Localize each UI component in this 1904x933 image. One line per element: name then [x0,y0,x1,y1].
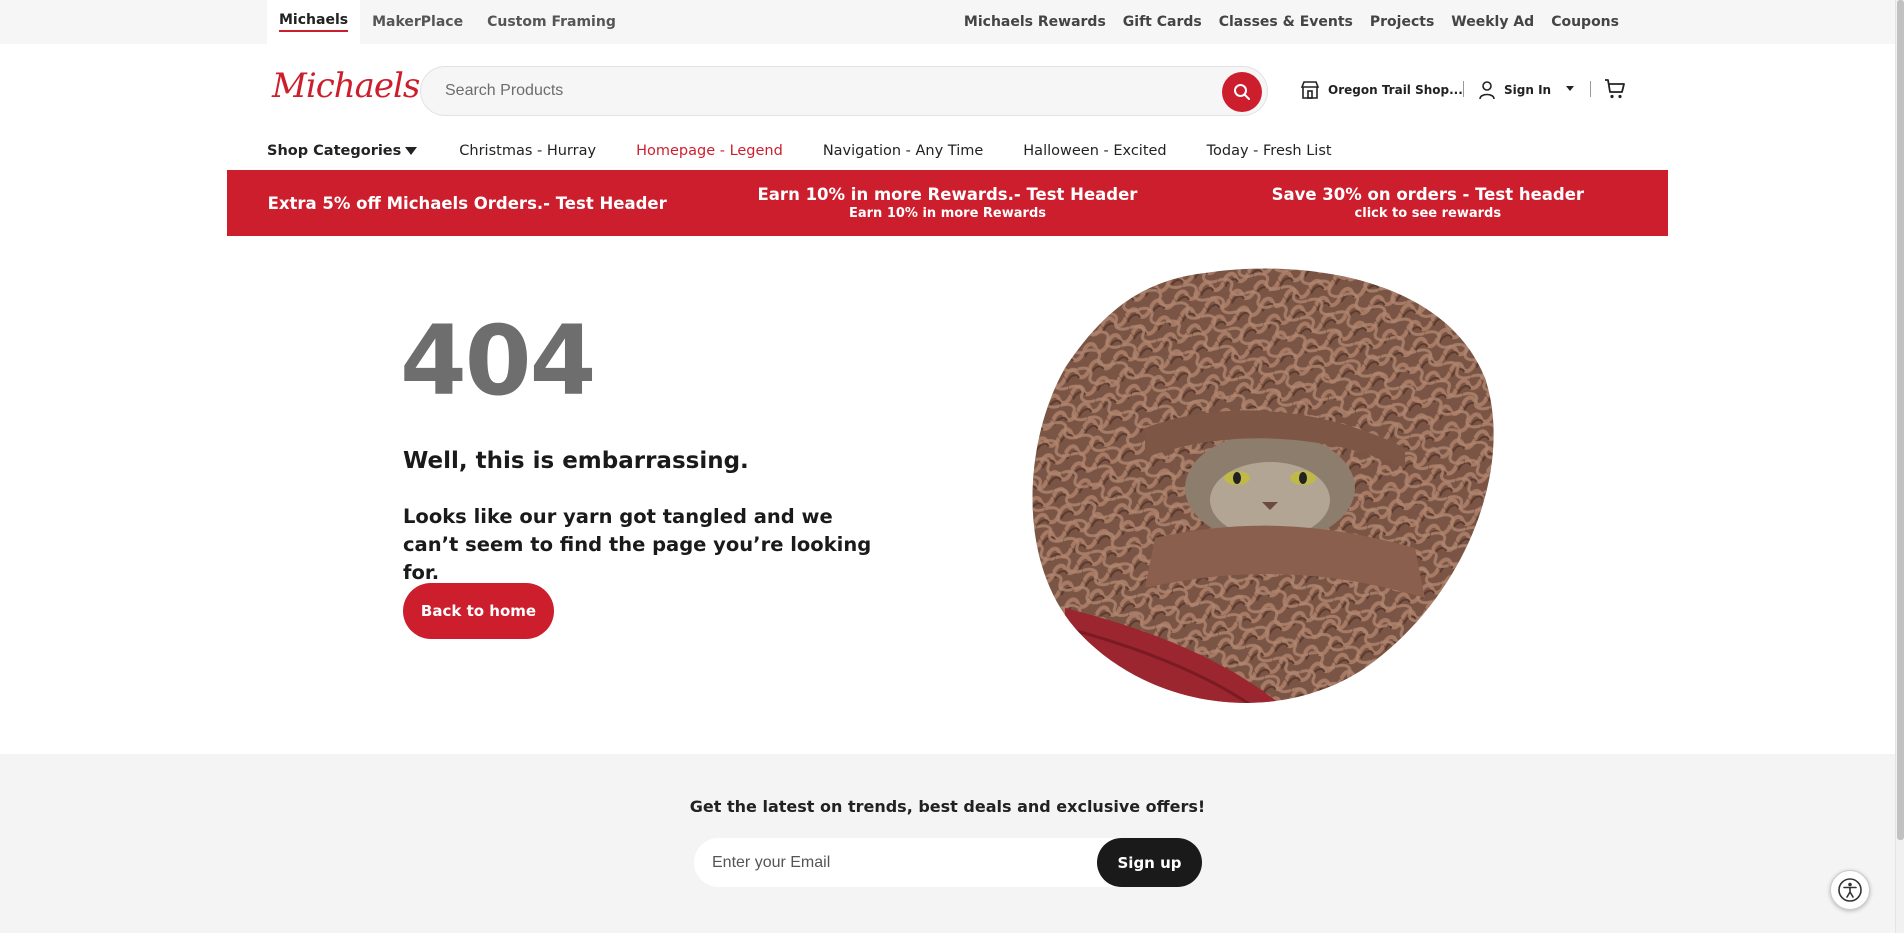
chevron-down-icon[interactable] [1566,86,1574,91]
user-icon [1479,81,1495,100]
search-button[interactable] [1222,72,1262,112]
promo-title: Extra 5% off Michaels Orders.- Test Head… [267,193,667,213]
brand-tabs: Michaels MakerPlace Custom Framing [267,0,628,44]
link-classes-events[interactable]: Classes & Events [1219,14,1353,30]
scrollbar-thumb[interactable] [1897,0,1904,840]
promo-title: Save 30% on orders - Test header [1271,185,1585,204]
error-description: Looks like our yarn got tangled and we c… [403,505,872,584]
scrollbar[interactable] [1895,0,1904,933]
link-gift-cards[interactable]: Gift Cards [1123,14,1202,30]
promo-item[interactable]: Earn 10% in more Rewards.- Test Header E… [707,170,1187,236]
tab-makerplace[interactable]: MakerPlace [360,0,475,44]
promo-subtitle: click to see rewards [1354,206,1502,221]
sign-in-label: Sign In [1504,83,1552,97]
search-input[interactable] [445,67,1205,115]
nav-item-homepage[interactable]: Homepage - Legend [636,143,783,159]
newsletter-title: Get the latest on trends, best deals and… [689,797,1206,816]
nav-item-halloween[interactable]: Halloween - Excited [1023,143,1166,159]
promo-item[interactable]: Extra 5% off Michaels Orders.- Test Head… [227,170,707,236]
link-michaels-rewards[interactable]: Michaels Rewards [964,14,1106,30]
nav-item-christmas[interactable]: Christmas - Hurray [459,143,596,159]
logo[interactable]: Michaels [272,66,420,106]
divider [1463,81,1464,97]
nav-item-navigation[interactable]: Navigation - Any Time [823,143,983,159]
footer: Get the latest on trends, best deals and… [0,754,1895,933]
promo-subtitle: Earn 10% in more Rewards [848,206,1046,221]
error-title: Well, this is embarrassing. [403,448,749,474]
tab-michaels-label: Michaels [279,12,349,32]
store-selector[interactable]: Oregon Trail Shop... [1300,80,1463,100]
promo-title: Earn 10% in more Rewards.- Test Header [757,185,1138,204]
cart-button[interactable] [1604,78,1626,104]
link-projects[interactable]: Projects [1370,14,1434,30]
accessibility-icon [1838,878,1862,902]
search-bar [420,66,1268,116]
promo-item[interactable]: Save 30% on orders - Test header click t… [1188,170,1668,236]
divider [1590,81,1591,97]
sign-up-button[interactable]: Sign up [1097,838,1202,887]
main-nav: Shop Categories Christmas - Hurray Homep… [267,138,1372,164]
tab-michaels[interactable]: Michaels [267,0,361,44]
nav-item-today[interactable]: Today - Fresh List [1207,143,1332,159]
store-icon [1300,81,1320,99]
cat-in-yarn-image [1032,268,1494,703]
cart-icon [1605,79,1625,99]
utility-links: Michaels Rewards Gift Cards Classes & Ev… [964,0,1619,44]
utility-bar: Michaels MakerPlace Custom Framing Micha… [0,0,1895,44]
link-weekly-ad[interactable]: Weekly Ad [1451,14,1534,30]
caret-down-icon [405,147,418,155]
site-header: Michaels Oregon Trail Shop... Sign In [0,44,1895,138]
accessibility-button[interactable] [1830,870,1870,910]
link-coupons[interactable]: Coupons [1551,14,1619,30]
promo-banner: Extra 5% off Michaels Orders.- Test Head… [227,170,1668,236]
newsletter-form: Sign up [694,838,1202,887]
back-to-home-button[interactable]: Back to home [403,583,554,639]
store-name: Oregon Trail Shop... [1328,83,1463,97]
sign-in[interactable]: Sign In [1478,80,1551,100]
tab-custom-framing[interactable]: Custom Framing [475,0,628,44]
error-code: 404 [400,305,596,417]
email-field[interactable] [712,838,1072,887]
shop-categories-label: Shop Categories [267,143,402,159]
search-icon [1234,84,1250,100]
shop-categories[interactable]: Shop Categories [267,143,418,159]
